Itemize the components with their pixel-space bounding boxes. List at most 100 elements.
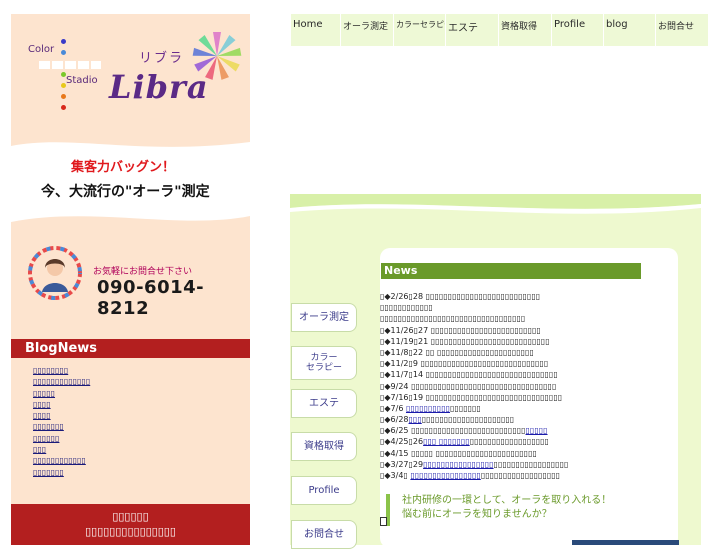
phone-number[interactable]: 090-6014-8212 [97,277,250,319]
news-item-text: ▯▯▯▯▯▯▯▯▯▯▯▯▯▯▯▯▯▯▯▯▯▯ [437,347,534,357]
news-item-text: ▯◆11/19▯21 [380,336,431,346]
news-item: ▯◆6/25 ▯▯▯▯▯▯▯▯▯▯▯▯▯▯▯▯▯▯▯▯▯▯▯▯▯▯▯▯▯▯▯ [380,425,680,436]
blog-news-list: ▯▯▯▯▯▯▯▯ ▯▯▯▯▯▯▯▯▯▯▯▯▯ ▯▯▯▯▯ ▯▯▯▯ ▯▯▯▯ ▯… [33,365,90,478]
news-item: ▯◆6/28▯▯▯▯▯▯▯▯▯▯▯▯▯▯▯▯▯▯▯▯▯▯▯▯ [380,414,680,425]
news-item-text: ▯◆6/25 [380,426,412,436]
blog-news-link[interactable]: ▯▯▯▯▯▯▯ [33,467,90,478]
news-item-text: ▯▯▯▯▯▯▯ [450,403,481,413]
blog-news-link[interactable]: ▯▯▯▯▯ [33,388,90,399]
top-navigation: Home オーラ測定 カラーセラピー エステ 資格取得 Profile blog… [291,14,709,46]
promo-subheadline: 今、大流行の"オーラ"測定 [41,184,210,200]
avatar-icon [28,246,82,300]
nav-qualification[interactable]: 資格取得 [499,14,552,46]
panel-wave [290,194,701,254]
blog-news-area: ▯▯▯▯▯▯▯▯ ▯▯▯▯▯▯▯▯▯▯▯▯▯ ▯▯▯▯▯ ▯▯▯▯ ▯▯▯▯ ▯… [11,358,250,504]
promo-headline: 集客力バッグン！ [71,160,176,175]
news-item: ▯◆3/27▯29▯▯▯▯▯▯▯▯▯▯▯▯▯▯▯▯▯▯▯▯▯▯▯▯▯▯▯▯▯▯▯… [380,459,680,470]
nav-color-therapy[interactable]: カラーセラピー [394,14,446,46]
news-item-text: ▯▯▯▯▯▯▯▯▯▯▯▯▯▯▯▯▯▯▯▯▯▯▯▯▯▯▯▯▯▯ [425,370,558,380]
logo-studio-word: Stadio [66,75,98,86]
nav-profile[interactable]: Profile [552,14,604,46]
nav-esthe[interactable]: エステ [446,14,499,46]
side-nav-esthe[interactable]: エステ [291,389,357,418]
blog-news-link[interactable]: ▯▯▯▯ [33,399,90,410]
news-item: ▯▯▯▯▯▯▯▯▯▯▯▯▯▯▯▯▯▯▯▯▯▯▯▯▯▯▯▯▯▯▯▯▯ [380,313,680,324]
side-nav-profile[interactable]: Profile [291,476,357,505]
news-item: ▯◆4/25▯26▯▯▯ ▯▯▯▯▯▯▯▯▯▯▯▯▯▯▯▯▯▯▯▯▯▯▯▯▯ [380,436,680,447]
news-item: ▯◆9/24 ▯▯▯▯▯▯▯▯▯▯▯▯▯▯▯▯▯▯▯▯▯▯▯▯▯▯▯▯▯▯▯▯▯ [380,381,680,392]
news-item-text: ▯◆3/27▯29 [380,459,424,469]
news-item-text: ▯◆9/24 [380,381,412,391]
news-item: ▯◆11/19▯21 ▯▯▯▯▯▯▯▯▯▯▯▯▯▯▯▯▯▯▯▯▯▯▯▯▯▯▯ [380,336,680,347]
blog-news-link[interactable]: ▯▯▯▯▯▯▯ [33,421,90,432]
side-nav-aura[interactable]: オーラ測定 [291,303,357,332]
left-sidebar: Color Stadio リブラ Libra 集客力バッグン！ 今、大流行の"オ… [11,14,250,545]
news-item-text: ▯▯▯▯▯▯▯▯▯▯▯▯ [380,303,433,313]
blog-news-link[interactable]: ▯▯▯▯▯▯▯▯▯▯▯▯ [33,455,90,466]
training-banner[interactable]: 社内研修の一環として、オーラを取り入れる！ 悩む前にオーラを知りませんか？ [386,494,642,526]
footer-banner[interactable]: ▯▯▯▯▯▯ ▯▯▯▯▯▯▯▯▯▯▯▯▯▯▯ [11,504,250,545]
news-item-text: ▯▯▯▯▯▯▯▯▯▯▯▯▯▯▯▯▯▯▯▯▯▯▯▯▯▯ [425,292,541,301]
news-item: ▯◆4/15 ▯▯▯▯▯ ▯▯▯▯▯▯▯▯▯▯▯▯▯▯▯▯▯▯▯▯▯▯▯ [380,448,680,459]
news-item-text: ▯◆11/2▯9 [380,359,421,369]
news-list: ▯◆2/26▯28 ▯▯▯▯▯▯▯▯▯▯▯▯▯▯▯▯▯▯▯▯▯▯▯▯▯▯ ▯▯▯▯… [380,291,680,481]
contact-text: お気軽にお問合せ下さい [93,267,193,277]
blog-news-link[interactable]: ▯▯▯▯▯▯ [33,433,90,444]
news-item-text: ▯▯▯▯▯▯▯▯▯▯▯▯▯▯▯▯▯▯ [469,437,549,447]
news-item-text: ▯▯▯▯▯▯▯▯▯▯▯▯▯▯▯▯▯▯▯▯▯▯▯▯▯▯▯▯▯▯▯▯▯ [411,381,557,391]
news-item: ▯◆11/8▯22 ▯▯ ▯▯▯▯▯▯▯▯▯▯▯▯▯▯▯▯▯▯▯▯▯▯ [380,347,680,358]
footer-line-1: ▯▯▯▯▯▯ [112,510,149,523]
news-item: ▯◆7/16▯19 ▯▯▯▯▯▯▯▯▯▯▯▯▯▯▯▯▯▯▯▯▯▯▯▯▯▯▯▯▯▯… [380,392,680,403]
news-item-link[interactable]: ▯▯▯▯▯ [526,426,548,435]
news-item-link[interactable]: ▯▯▯▯▯▯▯▯▯▯▯▯▯▯▯▯ [423,460,493,469]
side-nav-color-therapy[interactable]: カラー セラピー [291,346,357,380]
blog-news-link[interactable]: ▯▯▯ [33,444,90,455]
news-item-link[interactable]: ▯▯▯ [409,415,422,424]
news-item: ▯▯▯▯▯▯▯▯▯▯▯▯ [380,302,680,313]
news-item-text: ▯◆3/4▯ [380,471,411,480]
news-item-link[interactable]: ▯▯▯ ▯▯▯▯▯▯▯ [423,437,470,446]
news-item-text: ▯◆11/26▯27 [380,325,431,335]
news-item: ▯◆11/26▯27 ▯▯▯▯▯▯▯▯▯▯▯▯▯▯▯▯▯▯▯▯▯▯▯▯▯ [380,325,680,336]
logo-katakana: リブラ [139,51,185,66]
nav-home[interactable]: Home [291,14,341,46]
logo-bar [39,61,101,69]
blog-news-link[interactable]: ▯▯▯▯ [33,410,90,421]
news-item-link[interactable]: ▯▯▯▯▯▯▯▯▯▯▯▯▯▯▯▯ [410,471,480,480]
news-item: ▯◆11/7▯14 ▯▯▯▯▯▯▯▯▯▯▯▯▯▯▯▯▯▯▯▯▯▯▯▯▯▯▯▯▯▯ [380,369,680,380]
news-item-text: ▯◆7/16▯19 [380,392,426,402]
news-item-text: ▯▯▯▯▯▯▯▯▯▯▯▯▯▯▯▯▯▯▯▯▯▯▯▯▯ [430,325,541,335]
news-item-text: ▯◆11/8▯22 ▯▯ [380,347,437,357]
news-item-text: ▯▯▯▯▯▯▯▯▯▯▯▯▯▯▯▯▯▯▯▯▯▯▯▯▯▯▯▯▯▯▯ [425,392,563,402]
blog-news-link[interactable]: ▯▯▯▯▯▯▯▯▯▯▯▯▯ [33,376,90,387]
broken-image-icon [380,517,387,526]
news-item-text: ▯▯▯▯▯▯▯▯▯▯▯▯▯▯▯▯▯▯▯▯▯▯▯▯▯▯▯ [430,336,550,346]
blog-news-link[interactable]: ▯▯▯▯▯▯▯▯ [33,365,90,376]
news-item: ▯◆2/26▯28 ▯▯▯▯▯▯▯▯▯▯▯▯▯▯▯▯▯▯▯▯▯▯▯▯▯▯ [380,291,680,302]
news-item-text: ▯▯▯▯▯▯▯▯▯▯▯▯▯▯▯▯▯▯▯▯▯▯▯▯▯▯▯▯▯▯▯▯▯ [380,314,526,324]
news-item-text: ▯◆4/25▯26 [380,437,424,447]
news-item-text: ▯▯▯▯▯▯▯▯▯▯▯▯▯▯▯▯▯▯▯▯▯▯▯▯▯▯ [411,426,526,436]
banner-line-2: 悩む前にオーラを知りませんか？ [402,509,552,520]
news-item-text: ▯◆7/6 [380,403,406,413]
logo-color-word: Color [28,44,55,55]
news-item-text: ▯▯▯▯▯▯▯▯▯▯▯▯▯▯▯▯▯▯ [480,471,561,480]
nav-aura[interactable]: オーラ測定 [341,14,394,46]
news-item-text: ▯◆2/26▯28 [380,292,426,301]
banner-line-1: 社内研修の一環として、オーラを取り入れる！ [402,495,612,506]
news-heading: News [381,263,641,279]
nav-contact[interactable]: お問合せ [656,14,709,46]
nav-blog[interactable]: blog [604,14,656,46]
news-item-link[interactable]: ▯▯▯▯▯▯▯▯▯▯ [406,404,450,413]
news-item-text: ▯▯▯▯▯▯▯▯▯▯▯▯▯▯▯▯▯▯▯▯▯ [421,415,515,425]
image-strip [572,540,679,545]
news-item-text: ▯▯▯▯▯▯▯▯▯▯▯▯▯▯▯▯▯ [493,459,569,469]
side-nav-qualification[interactable]: 資格取得 [291,432,357,461]
news-item-text: ▯◆11/7▯14 [380,370,426,380]
news-item-text: ▯▯▯▯▯▯▯▯▯▯▯▯▯▯▯▯▯▯▯▯▯▯▯ [435,448,537,458]
news-item: ▯◆3/4▯ ▯▯▯▯▯▯▯▯▯▯▯▯▯▯▯▯▯▯▯▯▯▯▯▯▯▯▯▯▯▯▯▯▯… [380,470,680,481]
header-banner: Color Stadio リブラ Libra 集客力バッグン！ 今、大流行の"オ… [11,14,250,339]
news-item: ▯◆7/6 ▯▯▯▯▯▯▯▯▯▯▯▯▯▯▯▯▯ [380,403,680,414]
news-item-text: ▯◆6/28 [380,415,409,425]
news-item: ▯◆11/2▯9 ▯▯▯▯▯▯▯▯▯▯▯▯▯▯▯▯▯▯▯▯▯▯▯▯▯▯▯▯▯ [380,358,680,369]
